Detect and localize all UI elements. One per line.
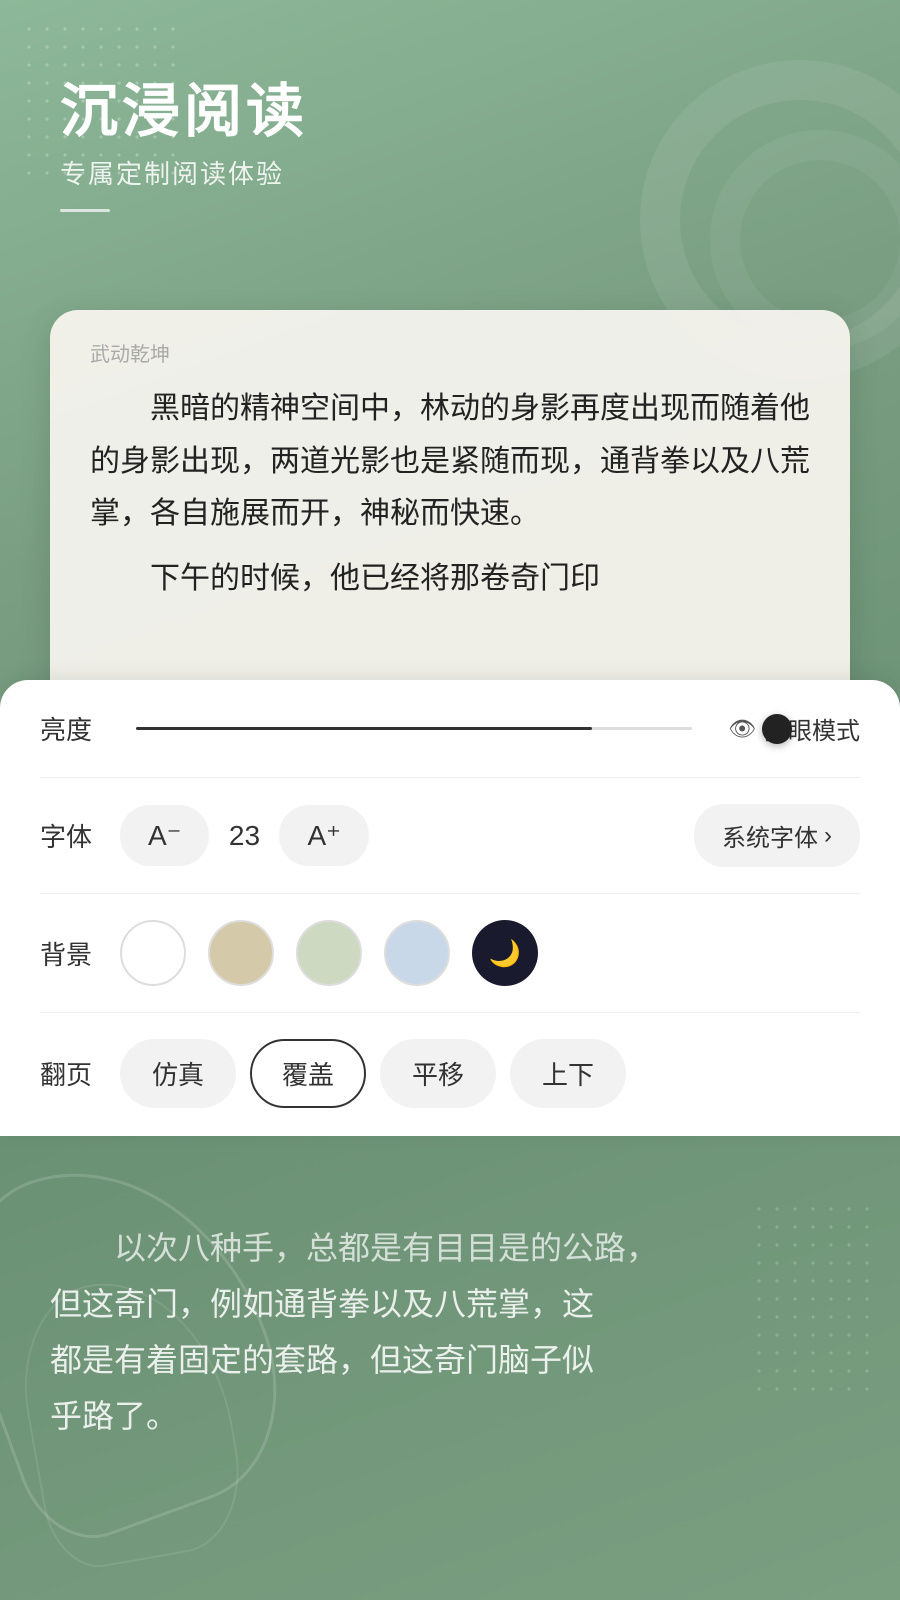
control-panel: 亮度 👁 护眼模式 字体 A⁻ 23 A⁺ 系统字体 (0, 680, 900, 1136)
font-controls: A⁻ 23 A⁺ 系统字体 › (120, 804, 860, 867)
page-option-cover[interactable]: 覆盖 (250, 1039, 366, 1108)
font-row: 字体 A⁻ 23 A⁺ 系统字体 › (40, 804, 860, 867)
bg-option-light-blue[interactable] (384, 920, 450, 986)
font-decrease-button[interactable]: A⁻ (120, 805, 209, 866)
slider-fill (136, 727, 592, 730)
bottom-text-line4: 乎路了。 (50, 1388, 850, 1444)
slider-thumb[interactable] (762, 714, 792, 744)
divider-1 (40, 777, 860, 778)
moon-icon: 🌙 (489, 938, 521, 969)
page-option-slide[interactable]: 平移 (380, 1039, 496, 1108)
brightness-label: 亮度 (40, 710, 120, 747)
page-turn-row: 翻页 仿真 覆盖 平移 上下 (40, 1039, 860, 1108)
reading-card: 武动乾坤 黑暗的精神空间中，林动的身影再度出现而随着他的身影出现，两道光影也是紧… (50, 310, 850, 730)
bottom-text-line1: 以次八种手，总都是有目目是的公路， (50, 1220, 850, 1276)
page-label: 翻页 (40, 1055, 120, 1092)
divider-3 (40, 1012, 860, 1013)
header: 沉浸阅读 专属定制阅读体验 (60, 80, 308, 212)
bottom-text-area: 以次八种手，总都是有目目是的公路， 但这奇门，例如通背拳以及八荒掌，这 都是有着… (50, 1220, 850, 1444)
bg-option-light-green[interactable] (296, 920, 362, 986)
book-title: 武动乾坤 (90, 338, 810, 367)
header-divider (60, 209, 110, 212)
font-size-display: 23 (209, 820, 279, 852)
page-title: 沉浸阅读 (60, 80, 308, 144)
background-options: 🌙 (120, 920, 860, 986)
bg-option-beige[interactable] (208, 920, 274, 986)
reading-paragraph-2: 下午的时候，他已经将那卷奇门印 (90, 553, 810, 606)
page-options: 仿真 覆盖 平移 上下 (120, 1039, 860, 1108)
background-label: 背景 (40, 935, 120, 972)
reading-paragraph-1: 黑暗的精神空间中，林动的身影再度出现而随着他的身影出现，两道光影也是紧随而现，通… (90, 383, 810, 541)
page-subtitle: 专属定制阅读体验 (60, 154, 308, 191)
divider-2 (40, 893, 860, 894)
font-increase-button[interactable]: A⁺ (279, 805, 368, 866)
eye-mode-control[interactable]: 👁 护眼模式 (728, 711, 860, 746)
page-option-simulated[interactable]: 仿真 (120, 1039, 236, 1108)
font-type-button[interactable]: 系统字体 › (694, 804, 860, 867)
background: 沉浸阅读 专属定制阅读体验 武动乾坤 黑暗的精神空间中，林动的身影再度出现而随着… (0, 0, 900, 1600)
font-type-label: 系统字体 (722, 818, 818, 853)
bg-option-dark[interactable]: 🌙 (472, 920, 538, 986)
bottom-text-line2: 但这奇门，例如通背拳以及八荒掌，这 (50, 1276, 850, 1332)
brightness-slider-container[interactable] (136, 727, 692, 730)
slider-track[interactable] (136, 727, 692, 730)
brightness-row: 亮度 👁 护眼模式 (40, 710, 860, 747)
eye-icon: 👁 (728, 716, 756, 742)
background-row: 背景 🌙 (40, 920, 860, 986)
page-option-scroll[interactable]: 上下 (510, 1039, 626, 1108)
chevron-right-icon: › (824, 822, 832, 850)
font-label: 字体 (40, 817, 120, 854)
bg-option-white[interactable] (120, 920, 186, 986)
bottom-text-line3: 都是有着固定的套路，但这奇门脑子似 (50, 1332, 850, 1388)
